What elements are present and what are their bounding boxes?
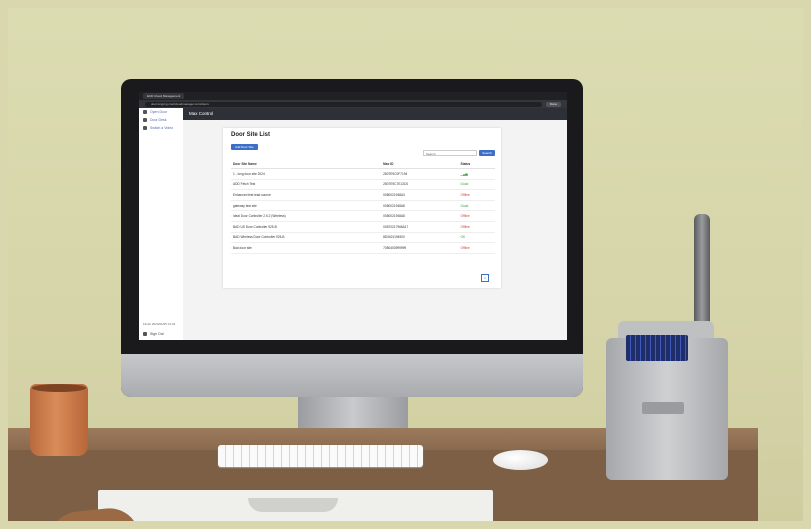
table-row[interactable]: Bad door site 7080403999999 Offline: [231, 242, 495, 254]
sidebar-item-label: Switch a Video: [150, 126, 174, 130]
antenna: [694, 214, 710, 332]
table-row[interactable]: BAD US Door Controller 925-B 00870217966A…: [231, 221, 495, 233]
controller-panel: [626, 335, 688, 361]
sidebar-item-switch-video[interactable]: Switch a Video: [139, 124, 183, 132]
status-badge: Good: [458, 179, 495, 191]
sidebar-item-door-desk[interactable]: Door Desk: [139, 116, 183, 124]
page-title: Door Site List: [231, 132, 271, 138]
table-row[interactable]: Enhanced test lead source 0080021948A3 Off…: [231, 189, 495, 201]
site-name: Enhanced test lead source: [231, 189, 382, 201]
keyboard: [218, 445, 423, 467]
mac-id: 7080403999999: [381, 242, 459, 254]
column-header: Door Site Name: [231, 160, 382, 169]
table-row[interactable]: BAD Wireless Door Controller 925-B 8D0621…: [231, 232, 495, 244]
mouse: [493, 450, 548, 470]
mac-id: 2807E9C0F7194: [381, 168, 459, 180]
monitor-chin: [121, 354, 583, 397]
status-badge: Good: [458, 200, 495, 212]
drawer-handle: [248, 498, 338, 512]
sidebar-footer: Finish 2024/01/05 13:43: [143, 322, 176, 326]
mac-id: 0080021948A3: [381, 189, 459, 201]
page-header: Max Control: [183, 108, 567, 120]
browser-action-button[interactable]: Done: [545, 101, 561, 107]
door-icon: [143, 110, 147, 114]
site-name: Ideal Door Controller 2.5.2 (Wireless): [231, 210, 382, 222]
site-name: Bad door site: [231, 242, 382, 254]
sign-out-button[interactable]: Sign Out: [143, 332, 164, 336]
status-badge: Offline: [458, 189, 495, 201]
door-site-table: Door Site Name Mac ID Status 1 - long do…: [231, 160, 495, 254]
screen: EUD Cloud Management door.longrng.cnet/c…: [139, 92, 567, 340]
mac-id: 00870217966A17: [381, 221, 459, 233]
device-logo: [642, 402, 684, 414]
status-cell: ▁▃▅: [458, 168, 495, 180]
site-name: BAD Wireless Door Controller 925-B: [231, 232, 382, 244]
pagination-page[interactable]: 1: [481, 274, 489, 282]
sidebar-item-open-door[interactable]: Open Door: [139, 108, 183, 116]
table-row[interactable]: 1 - long door site 2024 2807E9C0F7194 ▁▃▅: [231, 168, 495, 180]
site-name: gateway test site: [231, 200, 382, 212]
browser-tab[interactable]: EUD Cloud Management: [143, 93, 185, 99]
table-row[interactable]: ADD Fetch Test 2807E9C7E13C6 Good: [231, 179, 495, 191]
logout-icon: [143, 332, 147, 336]
photo-frame: EUD Cloud Management door.longrng.cnet/c…: [8, 8, 803, 521]
browser-tabbar: EUD Cloud Management: [139, 92, 567, 100]
sign-out-label: Sign Out: [150, 332, 164, 336]
add-door-site-button[interactable]: Add Door Site: [231, 144, 258, 150]
signal-icon: ▁▃▅: [460, 171, 468, 176]
mug: [30, 384, 88, 456]
door-site-card: Door Site List Add Door Site Search Sear…: [223, 128, 501, 288]
sidebar-item-label: Open Door: [150, 110, 168, 114]
main-content: Door Site List Add Door Site Search Sear…: [183, 120, 567, 340]
mac-id: 0080021948A8: [381, 200, 459, 212]
column-header: Mac ID: [381, 160, 459, 169]
site-name: ADD Fetch Test: [231, 179, 382, 191]
status-badge: OK: [458, 232, 495, 244]
status-badge: Offline: [458, 242, 495, 254]
mac-id: 0080021948A8: [381, 210, 459, 222]
gear-icon: [143, 126, 147, 130]
mac-id: 8D0621194900: [381, 232, 459, 244]
status-badge: Offline: [458, 221, 495, 233]
mac-id: 2807E9C7E13C6: [381, 179, 459, 191]
browser-urlbar: door.longrng.cnet/cloudmanager.com/doors…: [139, 100, 567, 108]
search-input[interactable]: Search: [423, 150, 477, 156]
sidebar: Open Door Door Desk Switch a Video Finis…: [139, 108, 184, 340]
sidebar-item-label: Door Desk: [150, 118, 167, 122]
site-name: 1 - long door site 2024: [231, 168, 382, 180]
status-badge: Offline: [458, 210, 495, 222]
column-header: Status: [458, 160, 495, 169]
url-input[interactable]: door.longrng.cnet/cloudmanager.com/doors: [145, 101, 542, 107]
search-button[interactable]: Search: [479, 150, 495, 156]
table-header-row: Door Site Name Mac ID Status: [231, 160, 495, 169]
site-name: BAD US Door Controller 925-B: [231, 221, 382, 233]
list-icon: [143, 118, 147, 122]
table-row[interactable]: gateway test site 0080021948A8 Good: [231, 200, 495, 212]
table-row[interactable]: Ideal Door Controller 2.5.2 (Wireless) 00…: [231, 210, 495, 222]
